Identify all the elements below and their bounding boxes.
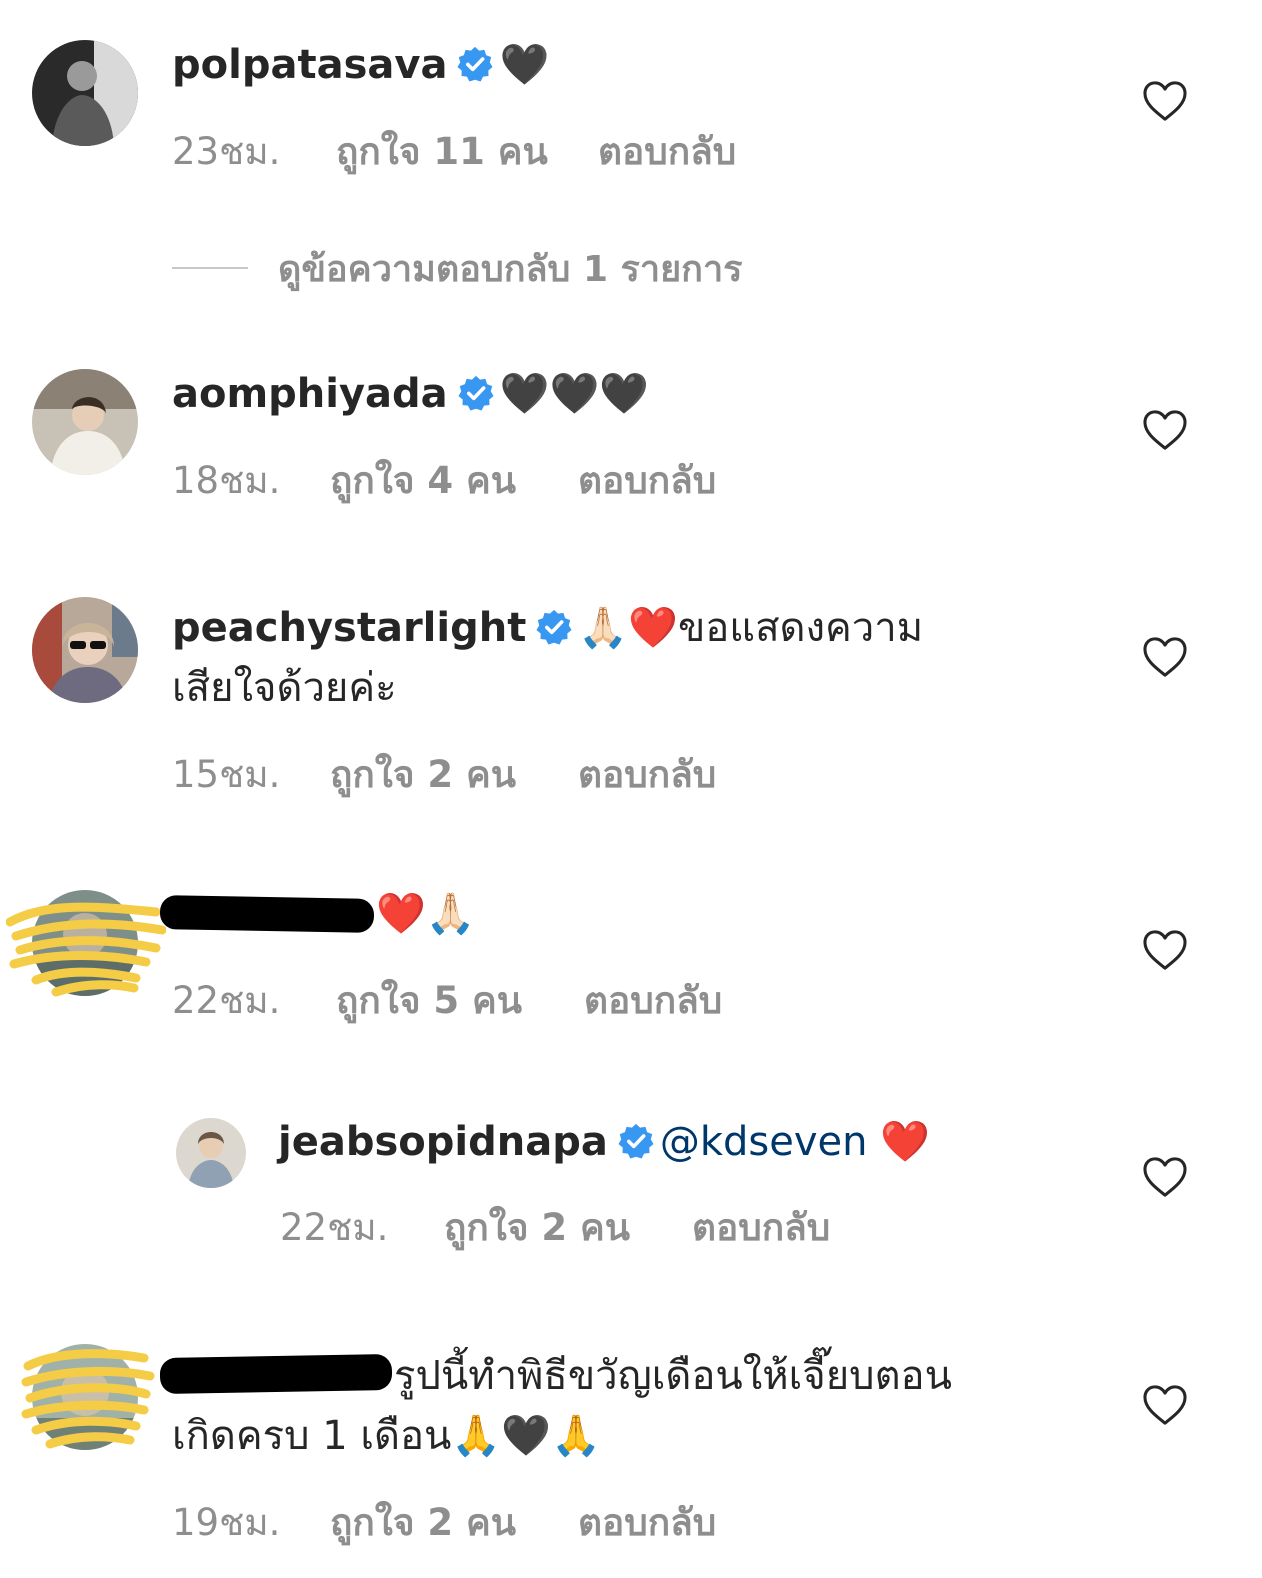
verified-badge-icon bbox=[457, 46, 493, 82]
reply-button[interactable]: ตอบกลับ bbox=[578, 451, 716, 510]
mention-link[interactable]: @kdseven bbox=[660, 1119, 868, 1165]
comment-text: 🖤🖤🖤 bbox=[499, 371, 650, 417]
reply-button[interactable]: ตอบกลับ bbox=[578, 1493, 716, 1552]
comment-body: peachystarlight 🙏🏻❤️ขอแสดงความ bbox=[172, 598, 923, 658]
avatar[interactable] bbox=[32, 40, 138, 146]
heart-icon[interactable] bbox=[1142, 1384, 1188, 1426]
verified-badge-icon bbox=[618, 1123, 654, 1159]
comment-meta: 22ชม. ถูกใจ 5 คน ตอบกลับ bbox=[172, 971, 722, 1030]
comment-time: 18ชม. bbox=[172, 459, 281, 502]
reply-button[interactable]: ตอบกลับ bbox=[692, 1198, 830, 1257]
comment-body-line2: เสียใจด้วยค่ะ bbox=[172, 658, 397, 718]
avatar[interactable] bbox=[32, 597, 138, 703]
reply-button[interactable]: ตอบกลับ bbox=[584, 971, 722, 1030]
comment-body: aomphiyada 🖤🖤🖤 bbox=[172, 364, 649, 424]
likes-count-link[interactable]: ถูกใจ 2 คน bbox=[444, 1198, 692, 1257]
redacted-username bbox=[159, 895, 375, 933]
reply-body: jeabsopidnapa @kdseven ❤️ bbox=[278, 1112, 930, 1172]
reply-button[interactable]: ตอบกลับ bbox=[578, 745, 716, 804]
comment-text: เสียใจด้วยค่ะ bbox=[172, 665, 397, 711]
redacted-username bbox=[159, 1353, 393, 1395]
divider-line bbox=[172, 267, 248, 269]
comment-meta: 22ชม. ถูกใจ 2 คน ตอบกลับ bbox=[280, 1198, 830, 1257]
avatar[interactable] bbox=[32, 369, 138, 475]
heart-icon[interactable] bbox=[1142, 1156, 1188, 1198]
avatar[interactable] bbox=[32, 1344, 138, 1450]
comment-time: 23ชม. bbox=[172, 130, 281, 173]
likes-count-link[interactable]: ถูกใจ 5 คน bbox=[336, 971, 584, 1030]
comment-meta: 15ชม. ถูกใจ 2 คน ตอบกลับ bbox=[172, 745, 716, 804]
comment-text: 🙏🏻❤️ขอแสดงความ bbox=[578, 605, 924, 651]
heart-icon[interactable] bbox=[1142, 80, 1188, 122]
heart-icon[interactable] bbox=[1142, 929, 1188, 971]
view-replies-label: ดูข้อความตอบกลับ 1 รายการ bbox=[278, 248, 743, 290]
comment-text: รูปนี้ทำพิธีขวัญเดือนให้เจี๊ยบตอน bbox=[394, 1353, 952, 1399]
comment-time: 19ชม. bbox=[172, 1501, 281, 1544]
username[interactable]: aomphiyada bbox=[172, 371, 448, 417]
comment-text: ❤️🙏🏻 bbox=[376, 891, 476, 937]
comment-text: 🖤 bbox=[499, 42, 550, 88]
likes-count-link[interactable]: ถูกใจ 11 คน bbox=[336, 122, 598, 181]
comment-body: ❤️🙏🏻 bbox=[376, 884, 476, 944]
comment-meta: 19ชม. ถูกใจ 2 คน ตอบกลับ bbox=[172, 1493, 716, 1552]
avatar[interactable] bbox=[176, 1118, 246, 1188]
avatar[interactable] bbox=[32, 890, 138, 996]
likes-count-link[interactable]: ถูกใจ 2 คน bbox=[330, 745, 578, 804]
heart-icon[interactable] bbox=[1142, 636, 1188, 678]
comment-meta: 18ชม. ถูกใจ 4 คน ตอบกลับ bbox=[172, 451, 716, 510]
comment-text: เกิดครบ 1 เดือน🙏🖤🙏 bbox=[172, 1413, 601, 1459]
view-replies-button[interactable]: ดูข้อความตอบกลับ 1 รายการ bbox=[172, 246, 743, 290]
comment-time: 15ชม. bbox=[172, 753, 281, 796]
likes-count-link[interactable]: ถูกใจ 2 คน bbox=[330, 1493, 578, 1552]
verified-badge-icon bbox=[458, 375, 494, 411]
comment-meta: 23ชม. ถูกใจ 11 คน ตอบกลับ bbox=[172, 122, 736, 181]
reply-button[interactable]: ตอบกลับ bbox=[598, 122, 736, 181]
comment-body-line2: เกิดครบ 1 เดือน🙏🖤🙏 bbox=[172, 1406, 601, 1466]
comment-body: รูปนี้ทำพิธีขวัญเดือนให้เจี๊ยบตอน bbox=[394, 1346, 952, 1406]
comment-time: 22ชม. bbox=[172, 979, 281, 1022]
username[interactable]: polpatasava bbox=[172, 42, 447, 88]
verified-badge-icon bbox=[536, 609, 572, 645]
likes-count-link[interactable]: ถูกใจ 4 คน bbox=[330, 451, 578, 510]
heart-icon[interactable] bbox=[1142, 409, 1188, 451]
comment-time: 22ชม. bbox=[280, 1206, 389, 1249]
comment-body: polpatasava 🖤 bbox=[172, 35, 549, 95]
username[interactable]: peachystarlight bbox=[172, 605, 526, 651]
comment-text: ❤️ bbox=[880, 1119, 930, 1165]
username[interactable]: jeabsopidnapa bbox=[278, 1119, 608, 1165]
